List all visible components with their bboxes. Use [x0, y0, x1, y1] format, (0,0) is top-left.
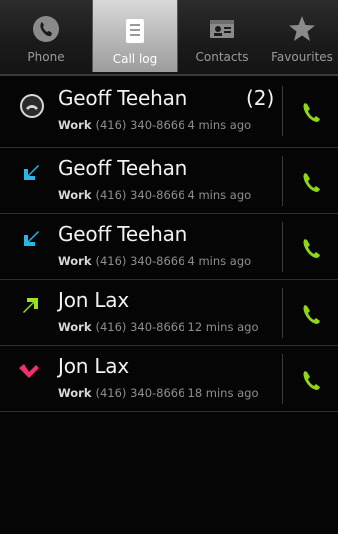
tab-favourites-label: Favourites	[271, 50, 333, 64]
call-details: Work (416) 340-8666 12 mins ago	[58, 320, 259, 334]
tab-contacts-label: Contacts	[195, 50, 249, 64]
phone-handset-icon	[303, 173, 320, 192]
number-label: Work	[58, 118, 92, 132]
caller-name: Geoff Teehan	[58, 86, 188, 110]
call-row[interactable]: Geoff Teehan Work (416) 340-8666 4 mins ag…	[0, 214, 338, 280]
divider	[282, 156, 283, 206]
tab-phone-label: Phone	[27, 50, 65, 64]
phone-handset-icon	[303, 371, 320, 390]
call-row[interactable]: Geoff Teehan Work (416) 340-8666 4 mins ag…	[0, 148, 338, 214]
star-icon	[289, 16, 315, 41]
number-label: Work	[58, 386, 92, 400]
contacts-icon	[210, 20, 234, 38]
tab-call-log-label: Call log	[112, 52, 158, 66]
phone-number: (416) 340-8666	[95, 254, 184, 268]
call-time: 4 mins ago	[187, 118, 252, 132]
incoming-call-icon	[24, 165, 39, 180]
caller-name: Geoff Teehan	[58, 222, 188, 246]
call-time: 4 mins ago	[187, 188, 252, 202]
call-row[interactable]: Geoff Teehan (2) Work (416) 340-8666 4 min…	[0, 78, 338, 148]
phone-handset-icon	[303, 103, 320, 122]
call-button[interactable]	[292, 360, 332, 400]
call-row[interactable]: Jon Lax Work (416) 340-8666 12 mins ago	[0, 280, 338, 346]
call-count: (2)	[246, 86, 275, 110]
call-details: Work (416) 340-8666 4 mins ago	[58, 254, 251, 268]
tab-call-log[interactable]: Call log	[92, 0, 178, 72]
divider	[282, 288, 283, 338]
call-details: Work (416) 340-8666 18 mins ago	[58, 386, 259, 400]
call-time: 4 mins ago	[187, 254, 252, 268]
incoming-call-icon	[24, 231, 39, 246]
call-button[interactable]	[292, 228, 332, 268]
call-details: Work (416) 340-8666 4 mins ago	[58, 118, 251, 132]
call-log-screen: Phone Call log Contacts Favourites Geoff…	[0, 0, 338, 534]
number-label: Work	[58, 320, 92, 334]
missed-call-red-icon	[19, 364, 39, 378]
call-details: Work (416) 340-8666 4 mins ago	[58, 188, 251, 202]
tab-contacts[interactable]: Contacts	[178, 0, 266, 70]
caller-name: Jon Lax	[58, 288, 130, 312]
call-button[interactable]	[292, 92, 332, 132]
outgoing-call-icon	[23, 298, 38, 313]
call-log-icon	[126, 19, 144, 43]
tab-phone[interactable]: Phone	[0, 0, 92, 70]
tab-bar: Phone Call log Contacts Favourites	[0, 0, 338, 76]
phone-number: (416) 340-8666	[95, 118, 184, 132]
phone-icon	[33, 16, 59, 42]
phone-handset-icon	[303, 305, 320, 324]
divider	[282, 86, 283, 136]
number-label: Work	[58, 188, 92, 202]
call-time: 12 mins ago	[187, 320, 259, 334]
call-button[interactable]	[292, 162, 332, 202]
phone-number: (416) 340-8666	[95, 386, 184, 400]
phone-number: (416) 340-8666	[95, 320, 184, 334]
tab-favourites[interactable]: Favourites	[266, 0, 338, 70]
caller-name: Jon Lax	[58, 354, 130, 378]
missed-call-icon	[20, 94, 44, 118]
call-button[interactable]	[292, 294, 332, 334]
divider	[282, 354, 283, 404]
call-time: 18 mins ago	[187, 386, 259, 400]
phone-number: (416) 340-8666	[95, 188, 184, 202]
divider	[282, 222, 283, 272]
call-list: Geoff Teehan (2) Work (416) 340-8666 4 min…	[0, 78, 338, 412]
phone-handset-icon	[303, 239, 320, 258]
caller-name: Geoff Teehan	[58, 156, 188, 180]
call-row[interactable]: Jon Lax Work (416) 340-8666 18 mins ago	[0, 346, 338, 412]
number-label: Work	[58, 254, 92, 268]
